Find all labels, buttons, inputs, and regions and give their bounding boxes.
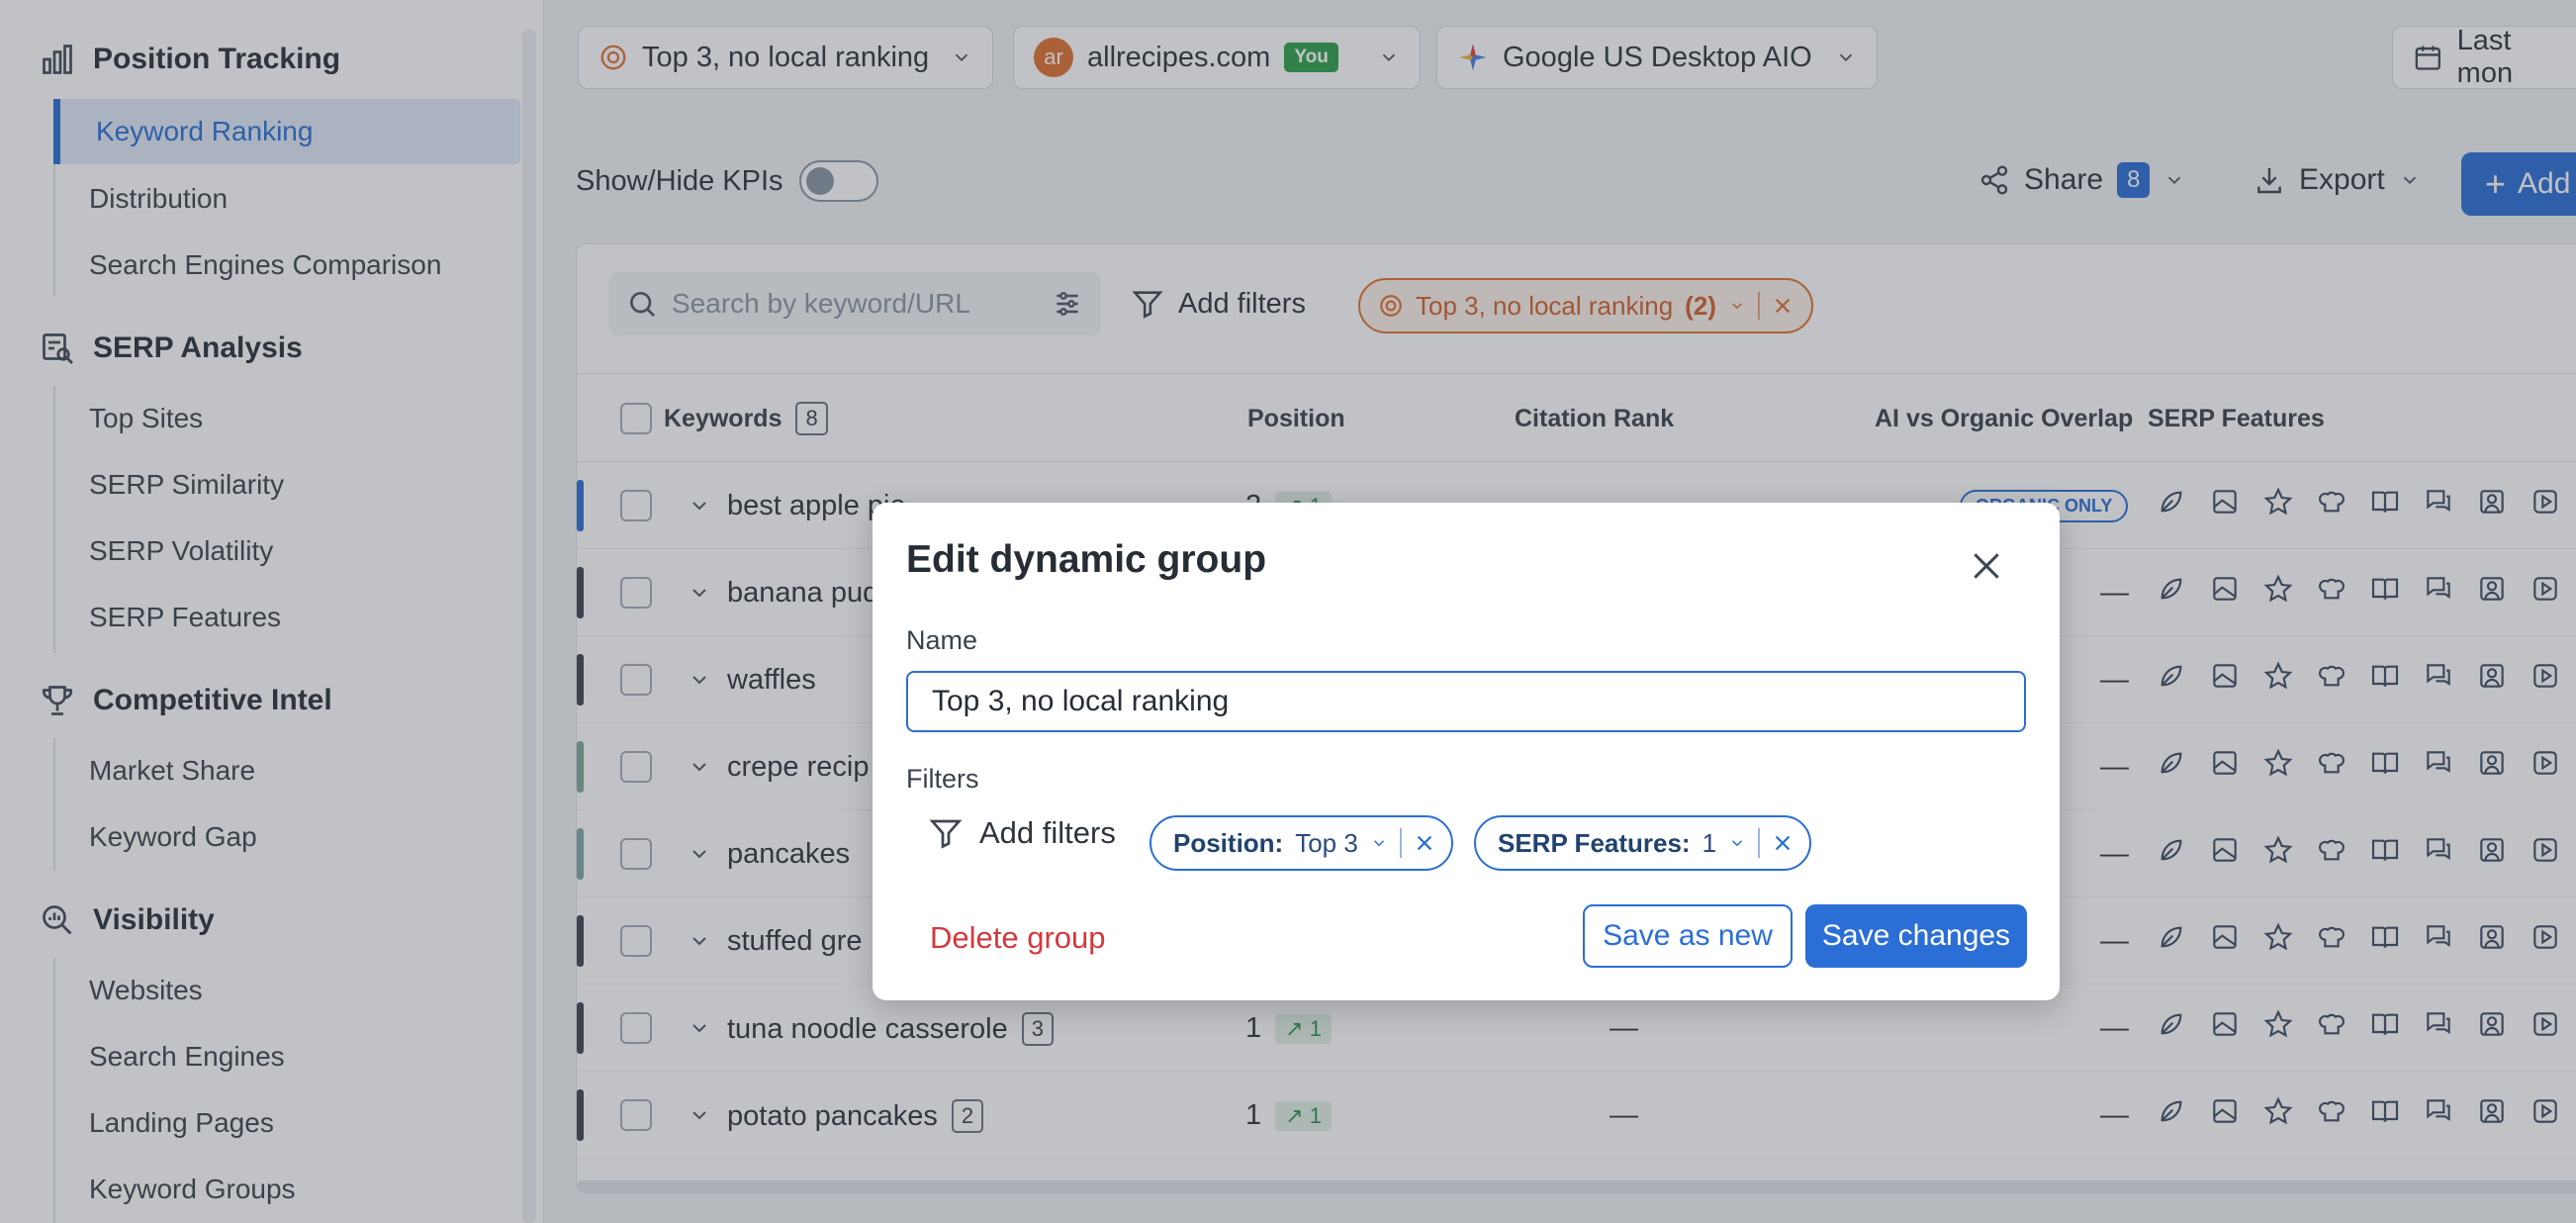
filters-label: Filters [906,764,979,794]
chip-value: 1 [1702,827,1717,858]
serp-features-filter-chip[interactable]: SERP Features: 1 [1474,815,1812,871]
edit-group-modal: Edit dynamic group Name Top 3, no local … [873,503,2060,1000]
close-icon[interactable] [1967,546,2006,586]
delete-group-button[interactable]: Delete group [930,920,1106,956]
modal-add-filters-button[interactable]: Add filters [928,815,1116,851]
name-label: Name [906,625,978,655]
chip-key: SERP Features: [1498,827,1691,858]
filter-icon [929,819,963,849]
add-filters-label: Add filters [979,815,1116,850]
chip-separator [1758,828,1761,858]
position-filter-chip[interactable]: Position: Top 3 [1150,815,1453,871]
group-name-value: Top 3, no local ranking [932,685,1230,717]
remove-filter-icon[interactable] [1772,832,1794,854]
save-as-new-button[interactable]: Save as new [1583,904,1793,968]
chevron-down-icon [1732,840,1743,847]
group-name-input[interactable]: Top 3, no local ranking [906,671,2026,732]
remove-filter-icon[interactable] [1414,832,1435,854]
chevron-down-icon [1373,840,1384,847]
chip-value: Top 3 [1295,827,1358,858]
chip-key: Position: [1173,827,1284,858]
modal-title: Edit dynamic group [906,538,1267,581]
save-changes-button[interactable]: Save changes [1805,904,2027,968]
chip-separator [1399,828,1402,858]
